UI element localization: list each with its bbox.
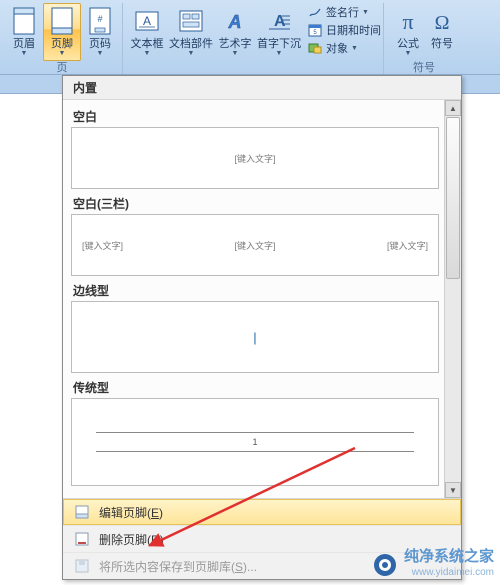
datetime-button[interactable]: 5 日期和时间 [305, 21, 383, 39]
edit-footer-label: 编辑页脚(E) [99, 504, 163, 521]
datetime-label: 日期和时间 [326, 22, 381, 38]
scroll-thumb[interactable] [446, 117, 460, 279]
chevron-down-icon: ▼ [232, 50, 239, 57]
signature-button[interactable]: 签名行 ▼ [305, 3, 383, 21]
equation-label: 公式 [397, 38, 419, 50]
textbox-icon: A [133, 5, 161, 37]
wordart-label: 艺术字 [219, 38, 252, 50]
datetime-icon: 5 [307, 22, 323, 38]
group-label-symbols: 符号 [390, 61, 458, 75]
gallery-scroll-area: 空白 [键入文字] 空白(三栏) [键入文字] [键入文字] [键入文字] 边线… [63, 99, 461, 499]
wordart-button[interactable]: A 艺术字 ▼ [216, 3, 254, 63]
pi-icon: π [394, 5, 422, 37]
divider [96, 432, 414, 433]
ribbon-group-symbols: π 公式 ▼ Ω 符号 符号 [383, 3, 462, 74]
object-button[interactable]: 对象 ▼ [305, 39, 383, 57]
dropcap-icon: A [265, 5, 293, 37]
ribbon-row: 页眉 ▼ 页脚 ▼ # 页码 ▼ [6, 3, 118, 61]
gallery-section-blank3: 空白(三栏) [73, 195, 437, 212]
signature-icon [307, 4, 323, 20]
chevron-down-icon: ▼ [144, 50, 151, 57]
textbox-label: 文本框 [131, 38, 164, 50]
placeholder-text: [键入文字] [234, 239, 275, 252]
divider [96, 451, 414, 452]
gallery-item-traditional[interactable]: 1 [71, 398, 439, 486]
header-icon [10, 5, 38, 37]
dropcap-button[interactable]: A 首字下沉 ▼ [256, 3, 302, 63]
parts-button[interactable]: 文档部件 ▼ [168, 3, 214, 63]
svg-text:π: π [402, 9, 413, 34]
chevron-down-icon: ▼ [276, 50, 283, 57]
edit-footer-action[interactable]: 编辑页脚(E) [63, 499, 461, 525]
parts-label: 文档部件 [169, 38, 213, 50]
header-button[interactable]: 页眉 ▼ [7, 3, 41, 63]
svg-text:A: A [143, 14, 151, 28]
gallery-section-blank: 空白 [73, 108, 437, 125]
object-icon [307, 40, 323, 56]
footer-button[interactable]: 页脚 ▼ [43, 3, 81, 61]
chevron-down-icon: ▼ [59, 50, 66, 57]
gallery-item-border[interactable]: | [71, 301, 439, 373]
pagenumber-icon: # [86, 5, 114, 37]
header-label: 页眉 [13, 38, 35, 50]
svg-text:#: # [97, 14, 102, 24]
gallery-item-blank3[interactable]: [键入文字] [键入文字] [键入文字] [71, 214, 439, 276]
wordart-icon: A [221, 5, 249, 37]
cursor-mark: | [253, 330, 256, 345]
gallery-scrollbar[interactable]: ▲ ▼ [444, 100, 461, 498]
object-label: 对象 [326, 40, 348, 56]
ribbon: 页眉 ▼ 页脚 ▼ # 页码 ▼ 页 [0, 0, 500, 75]
page-number: 1 [252, 437, 257, 447]
save-to-gallery-label: 将所选内容保存到页脚库(S)... [99, 558, 257, 575]
chevron-down-icon: ▼ [405, 50, 412, 57]
ribbon-row: π 公式 ▼ Ω 符号 [390, 3, 458, 61]
group-label-hf: 页 [6, 61, 118, 75]
ribbon-group-headerfooter: 页眉 ▼ 页脚 ▼ # 页码 ▼ 页 [2, 3, 123, 74]
omega-icon: Ω [428, 5, 456, 37]
scroll-up-button[interactable]: ▲ [445, 100, 461, 116]
symbol-button[interactable]: Ω 符号 [427, 3, 457, 63]
chevron-down-icon: ▼ [21, 50, 28, 57]
equation-button[interactable]: π 公式 ▼ [391, 3, 425, 63]
textbox-button[interactable]: A 文本框 ▼ [128, 3, 166, 63]
remove-footer-action[interactable]: 删除页脚(R) [63, 525, 461, 552]
footer-label: 页脚 [51, 38, 73, 50]
gallery-list: 空白 [键入文字] 空白(三栏) [键入文字] [键入文字] [键入文字] 边线… [69, 104, 441, 494]
svg-text:Ω: Ω [435, 12, 450, 34]
gallery-section-traditional: 传统型 [73, 379, 437, 396]
ribbon-small-stack: 签名行 ▼ 5 日期和时间 对象 ▼ [303, 3, 383, 61]
chevron-down-icon: ▼ [362, 9, 369, 16]
ribbon-row: A 文本框 ▼ 文档部件 ▼ A 艺术字 ▼ A [127, 3, 383, 61]
edit-icon [73, 503, 91, 521]
parts-icon [177, 5, 205, 37]
gallery-item-blank[interactable]: [键入文字] [71, 127, 439, 189]
save-icon [73, 557, 91, 575]
scroll-down-button[interactable]: ▼ [445, 482, 461, 498]
pagenumber-button[interactable]: # 页码 ▼ [83, 3, 117, 63]
placeholder-text: [键入文字] [82, 239, 123, 252]
placeholder-text: [键入文字] [234, 152, 275, 165]
group-label-text [127, 61, 383, 74]
signature-label: 签名行 [326, 4, 359, 20]
svg-text:A: A [228, 12, 242, 32]
placeholder-text: [键入文字] [387, 239, 428, 252]
pagenumber-label: 页码 [89, 38, 111, 50]
chevron-down-icon: ▼ [351, 45, 358, 52]
gallery-actions: 编辑页脚(E) 删除页脚(R) 将所选内容保存到页脚库(S)... [63, 499, 461, 579]
chevron-down-icon: ▼ [188, 50, 195, 57]
remove-icon [73, 530, 91, 548]
save-to-gallery-action: 将所选内容保存到页脚库(S)... [63, 552, 461, 579]
footer-gallery-popup: 内置 空白 [键入文字] 空白(三栏) [键入文字] [键入文字] [键入文字]… [62, 75, 462, 580]
dropcap-label: 首字下沉 [257, 38, 301, 50]
chevron-down-icon: ▼ [97, 50, 104, 57]
gallery-section-border: 边线型 [73, 282, 437, 299]
remove-footer-label: 删除页脚(R) [99, 531, 164, 548]
ribbon-group-text: A 文本框 ▼ 文档部件 ▼ A 艺术字 ▼ A [123, 3, 383, 74]
gallery-heading: 内置 [63, 76, 461, 99]
symbol-label: 符号 [431, 38, 453, 50]
footer-icon [48, 5, 76, 37]
